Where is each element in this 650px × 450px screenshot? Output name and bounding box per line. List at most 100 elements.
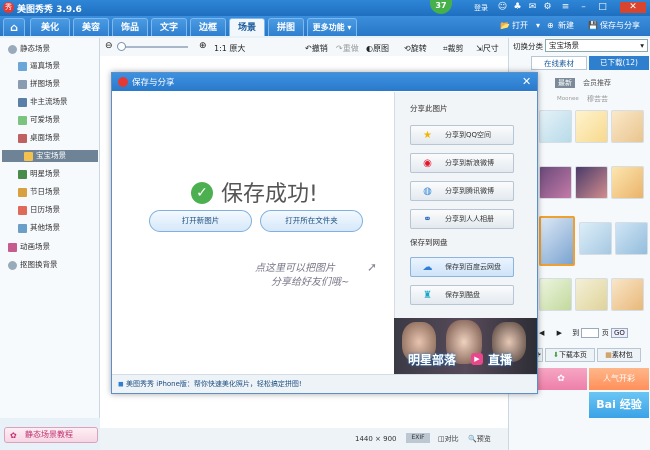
level-badge[interactable]: 37: [430, 0, 452, 14]
edit-toolbar: ⊖ ⊕ 1:1 原大 ↶撤销 ↷重做 ◐原图 ⟲旋转 ⌗裁剪 ⇲尺寸: [100, 38, 508, 56]
tab-text[interactable]: 文字: [151, 18, 187, 36]
scene-thumb[interactable]: [575, 110, 608, 143]
sidebar-item-cute[interactable]: 可爱场景: [18, 114, 60, 126]
user-icon[interactable]: ☺: [497, 2, 508, 13]
tutorial-button[interactable]: ✿ 静态场景教程: [4, 427, 98, 443]
skin-icon[interactable]: ♣: [512, 2, 523, 13]
share-weibo-button[interactable]: ◉ 分享到新浪微博: [410, 153, 514, 173]
subtab-latest[interactable]: 最新: [555, 78, 575, 88]
original-button[interactable]: ◐原图: [366, 43, 389, 54]
page-number-input[interactable]: [581, 328, 600, 338]
tab-face[interactable]: 美容: [73, 18, 109, 36]
banner-live-text: 直播: [488, 353, 513, 367]
sidebar-item-nonmainstream[interactable]: 非主流场景: [18, 96, 68, 108]
actual-size-button[interactable]: 1:1 原大: [214, 43, 245, 54]
sidebar-item-animated[interactable]: 动画场景: [8, 241, 50, 253]
scene-thumb[interactable]: [611, 166, 644, 199]
home-tab-icon[interactable]: ⌂: [3, 18, 25, 36]
minimize-icon[interactable]: –: [578, 2, 589, 13]
ad-tile-1[interactable]: ✿: [535, 368, 587, 390]
share-section-title: 分享此图片: [410, 104, 448, 113]
sidebar-item-calendar[interactable]: 日历场景: [18, 204, 60, 216]
pager: ◀ ▶ 到 页 GO: [539, 328, 628, 338]
tab-accessories[interactable]: 饰品: [112, 18, 148, 36]
save-share-button[interactable]: 保存与分享: [600, 18, 640, 34]
scene-thumb[interactable]: [539, 166, 572, 199]
ad-area[interactable]: ✿ 人气开彩 Bai 经验: [529, 368, 649, 420]
redo-button[interactable]: ↷重做: [336, 43, 359, 54]
sidebar-item-other[interactable]: 其他场景: [18, 222, 60, 234]
crop-button[interactable]: ⌗裁剪: [443, 43, 464, 54]
rotate-button[interactable]: ⟲旋转: [404, 43, 427, 54]
close-icon[interactable]: ✕: [522, 75, 531, 88]
ad-tile-3[interactable]: Bai 经验: [589, 392, 649, 418]
scene-thumb[interactable]: [539, 278, 572, 311]
share-qzone-button[interactable]: ★ 分享到QQ空间: [410, 125, 514, 145]
sidebar-item-desktop[interactable]: 桌面场景: [18, 132, 60, 144]
open-new-image-button[interactable]: 打开新图片: [149, 210, 252, 232]
tab-scene[interactable]: 场景: [229, 18, 265, 36]
expand-icon: [8, 260, 17, 270]
login-link[interactable]: 登录: [474, 3, 488, 13]
edit-info-icon[interactable]: EXIF: [406, 433, 430, 443]
open-folder-button[interactable]: 打开所在文件夹: [260, 210, 363, 232]
success-message: 保存成功!: [221, 182, 318, 207]
maximize-icon[interactable]: □: [597, 2, 608, 13]
preview-button[interactable]: 🔍预览: [468, 434, 491, 444]
sidebar-item-cutout[interactable]: 抠图换背景: [8, 259, 58, 271]
zoom-slider-handle[interactable]: [117, 42, 126, 51]
sidebar-item-star[interactable]: 明星场景: [18, 168, 60, 180]
scene-thumb[interactable]: [575, 166, 608, 199]
scene-thumb[interactable]: [611, 278, 644, 311]
new-button[interactable]: 新建: [558, 18, 574, 34]
tab-beautify[interactable]: 美化: [30, 18, 70, 36]
open-button[interactable]: 打开: [512, 18, 528, 34]
message-icon[interactable]: ✉: [527, 2, 538, 13]
undo-button[interactable]: ↶撤销: [305, 43, 328, 54]
category-select[interactable]: 宝宝场景 ▾: [545, 39, 648, 52]
scene-thumb[interactable]: [575, 278, 608, 311]
zoom-out-icon[interactable]: ⊖: [105, 41, 113, 51]
menu-icon[interactable]: ≡: [560, 2, 571, 13]
scene-thumb[interactable]: [615, 222, 648, 255]
scene-thumb[interactable]: [579, 222, 612, 255]
scene-thumb-selected[interactable]: [539, 216, 575, 266]
settings-icon[interactable]: ⚙: [542, 2, 553, 13]
zoom-in-icon[interactable]: ⊕: [199, 41, 207, 51]
star-icon: [18, 169, 27, 179]
promo-banner[interactable]: 明星部落 ▶ 直播: [394, 318, 537, 374]
banner-title: 明星部落: [408, 353, 457, 367]
dialog-footer[interactable]: ◼ 美图秀秀 iPhone版：帮你快速美化照片，轻松搞定拼图!: [112, 374, 537, 393]
prev-page-icon[interactable]: ◀: [539, 329, 544, 337]
sidebar-item-holiday[interactable]: 节日场景: [18, 186, 60, 198]
next-page-icon[interactable]: ▶: [557, 329, 562, 337]
share-tencent-weibo-button[interactable]: ◍ 分享到腾讯微博: [410, 181, 514, 201]
tab-frame[interactable]: 边框: [190, 18, 226, 36]
size-button[interactable]: ⇲尺寸: [476, 43, 499, 54]
go-button[interactable]: GO: [610, 328, 628, 338]
save-baidu-cloud-button[interactable]: ☁ 保存到百度云网盘: [410, 257, 514, 277]
download-page-button[interactable]: ⬇下载本页: [545, 348, 595, 362]
dialog-header: 保存与分享 ✕: [112, 73, 537, 91]
tab-online-material[interactable]: 在线素材: [531, 56, 587, 70]
save-kupan-button[interactable]: ♜ 保存到酷盘: [410, 285, 514, 305]
open-dropdown-icon[interactable]: ▾: [536, 18, 540, 34]
sidebar-item-collage[interactable]: 拼图场景: [18, 78, 60, 90]
renren-icon: ⚭: [423, 214, 432, 225]
sidebar-root-static[interactable]: 静态场景: [8, 43, 50, 55]
app-logo-icon: 秀: [3, 2, 14, 13]
close-icon[interactable]: ✕: [620, 2, 646, 13]
sidebar-item-baby[interactable]: 宝宝场景: [2, 150, 98, 162]
subtab-vip[interactable]: 会员推荐: [583, 78, 611, 88]
compare-button[interactable]: ◫对比: [438, 434, 459, 444]
material-pack-button[interactable]: ▦素材包: [597, 348, 641, 362]
ad-tile-2[interactable]: 人气开彩: [589, 368, 649, 390]
tab-downloaded[interactable]: 已下载(12): [589, 56, 649, 70]
share-renren-button[interactable]: ⚭ 分享到人人相册: [410, 209, 514, 229]
tab-collage[interactable]: 拼图: [268, 18, 304, 36]
scene-thumb[interactable]: [539, 110, 572, 143]
scene-thumb[interactable]: [611, 110, 644, 143]
sidebar-item-realistic[interactable]: 逼真场景: [18, 60, 60, 72]
zoom-slider[interactable]: [118, 46, 188, 48]
tab-more[interactable]: 更多功能 ▾: [307, 18, 357, 36]
